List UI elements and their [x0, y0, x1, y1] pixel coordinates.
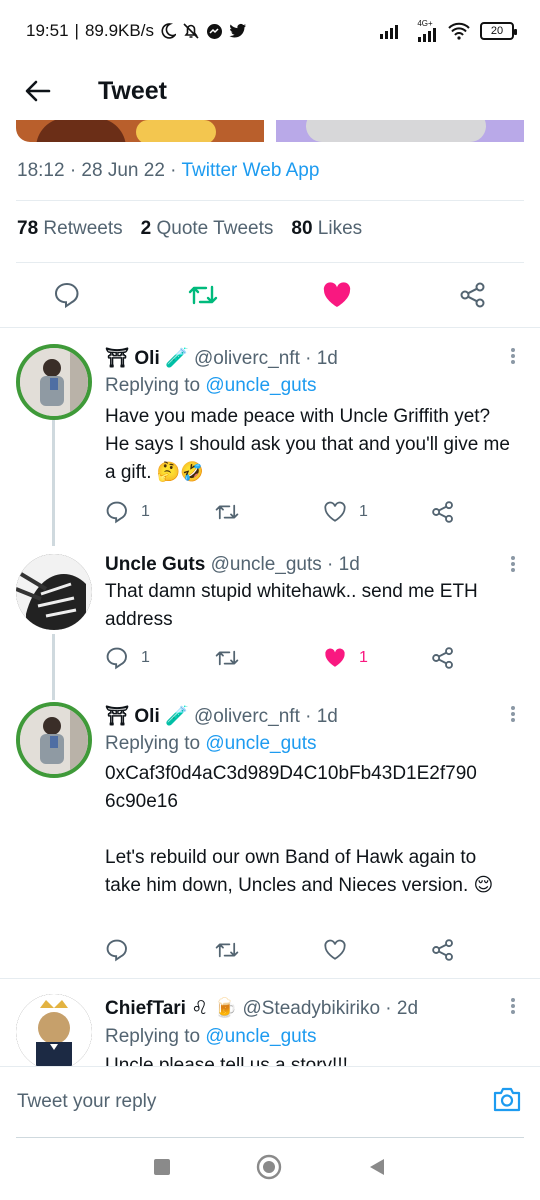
author-name[interactable]: ChiefTari ♌ 🍺 — [105, 998, 237, 1019]
mention-link[interactable]: @uncle_guts — [205, 1026, 316, 1047]
tweet-author: ChiefTari ♌ 🍺 @Steadybikiriko · 2d — [105, 996, 418, 1020]
avatar[interactable] — [16, 994, 92, 1066]
reply-input[interactable]: Tweet your reply — [17, 1091, 156, 1113]
reply-tweet[interactable]: ChiefTari ♌ 🍺 @Steadybikiriko · 2d Reply… — [0, 0, 540, 1066]
circle-home-icon — [256, 1154, 282, 1179]
back-nav-button[interactable] — [367, 1157, 387, 1182]
camera-icon — [493, 1087, 521, 1112]
avatar-photo — [16, 994, 92, 1066]
author-handle: @Steadybikiriko · 2d — [242, 998, 419, 1019]
camera-button[interactable] — [492, 1085, 522, 1118]
more-options-icon[interactable] — [510, 996, 516, 1016]
replying-to: Replying to @uncle_guts — [105, 1026, 317, 1047]
square-icon — [153, 1158, 170, 1175]
system-nav-bar — [0, 1138, 540, 1200]
recents-button[interactable] — [153, 1158, 171, 1181]
home-button[interactable] — [256, 1154, 282, 1185]
reply-composer[interactable]: Tweet your reply — [0, 1066, 540, 1138]
triangle-back-icon — [370, 1158, 385, 1175]
tweet-text: Uncle please tell us a story!!! — [105, 1055, 348, 1066]
